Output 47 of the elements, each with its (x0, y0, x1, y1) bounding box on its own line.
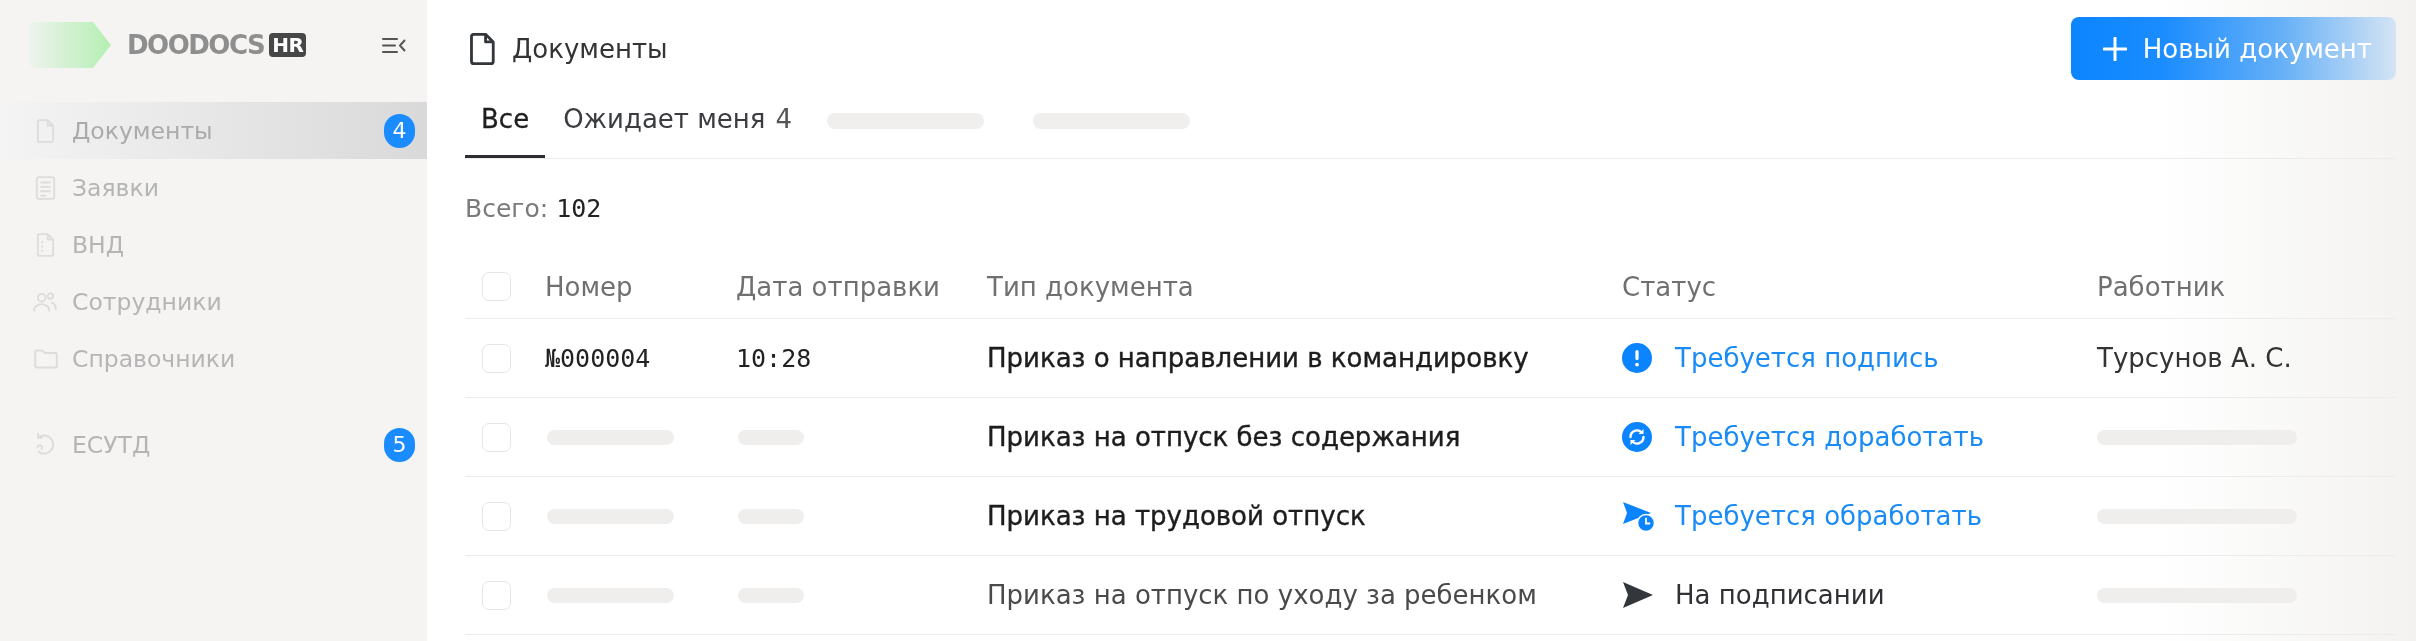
logo-text: DOODOCS (127, 30, 265, 60)
logo-icon (29, 22, 113, 68)
plus-icon (2102, 36, 2127, 61)
sidebar-item[interactable]: Заявки (0, 159, 427, 216)
folder-icon (33, 348, 58, 369)
column-header: Дата отправки (736, 271, 940, 302)
column-header: Тип документа (987, 271, 1194, 302)
sidebar-item[interactable]: Справочники (0, 330, 427, 387)
paper-plane-clock-icon (1622, 500, 1655, 532)
document-dots-icon (35, 232, 56, 257)
total-count: Всего: 102 (465, 194, 602, 223)
exclamation-icon (1622, 343, 1652, 373)
status-label: Требуется подпись (1675, 343, 1939, 373)
column-header: Номер (545, 271, 633, 302)
table-cell: Приказ на трудовой отпуск (987, 501, 1366, 531)
column-header: Статус (1622, 271, 1717, 302)
collapse-sidebar-icon[interactable] (382, 36, 406, 54)
count-badge: 4 (384, 113, 415, 148)
tab[interactable]: Все (465, 83, 546, 158)
table-cell: №000004 (545, 343, 651, 373)
sidebar-item[interactable]: ВНД (0, 216, 427, 273)
people-icon (33, 290, 58, 313)
table-cell: Приказ на отпуск по уходу за ребенком (987, 580, 1537, 610)
new-document-button[interactable]: Новый документ (2070, 17, 2396, 80)
document-icon (470, 32, 496, 65)
sidebar-item[interactable]: ЕСУТД 5 (0, 416, 427, 473)
page-title: Документы (512, 33, 668, 64)
table-cell: Турсунов А. С. (2097, 343, 2292, 373)
row-checkbox[interactable] (482, 422, 511, 452)
row-checkbox[interactable] (482, 343, 511, 373)
logo-badge: HR (269, 33, 307, 57)
status-label: Требуется доработать (1675, 422, 1984, 452)
table-cell: 10:28 (736, 343, 812, 373)
table-cell: Приказ на отпуск без содержания (987, 422, 1461, 452)
column-header: Работник (2097, 271, 2226, 302)
count-badge: 5 (384, 427, 415, 462)
paper-plane-icon (1622, 581, 1654, 609)
row-checkbox[interactable] (482, 501, 511, 531)
row-checkbox[interactable] (482, 580, 511, 610)
sidebar-item[interactable]: Сотрудники (0, 273, 427, 330)
select-all-checkbox[interactable] (482, 272, 511, 301)
document-lines-icon (35, 175, 56, 200)
table-cell: Приказ о направлении в командировку (987, 343, 1529, 373)
tab[interactable]: Ожидает меня 4 (547, 83, 809, 158)
refresh-icon (1622, 422, 1652, 452)
status-label: На подписании (1675, 580, 1885, 610)
status-label: Требуется обработать (1675, 501, 1982, 531)
